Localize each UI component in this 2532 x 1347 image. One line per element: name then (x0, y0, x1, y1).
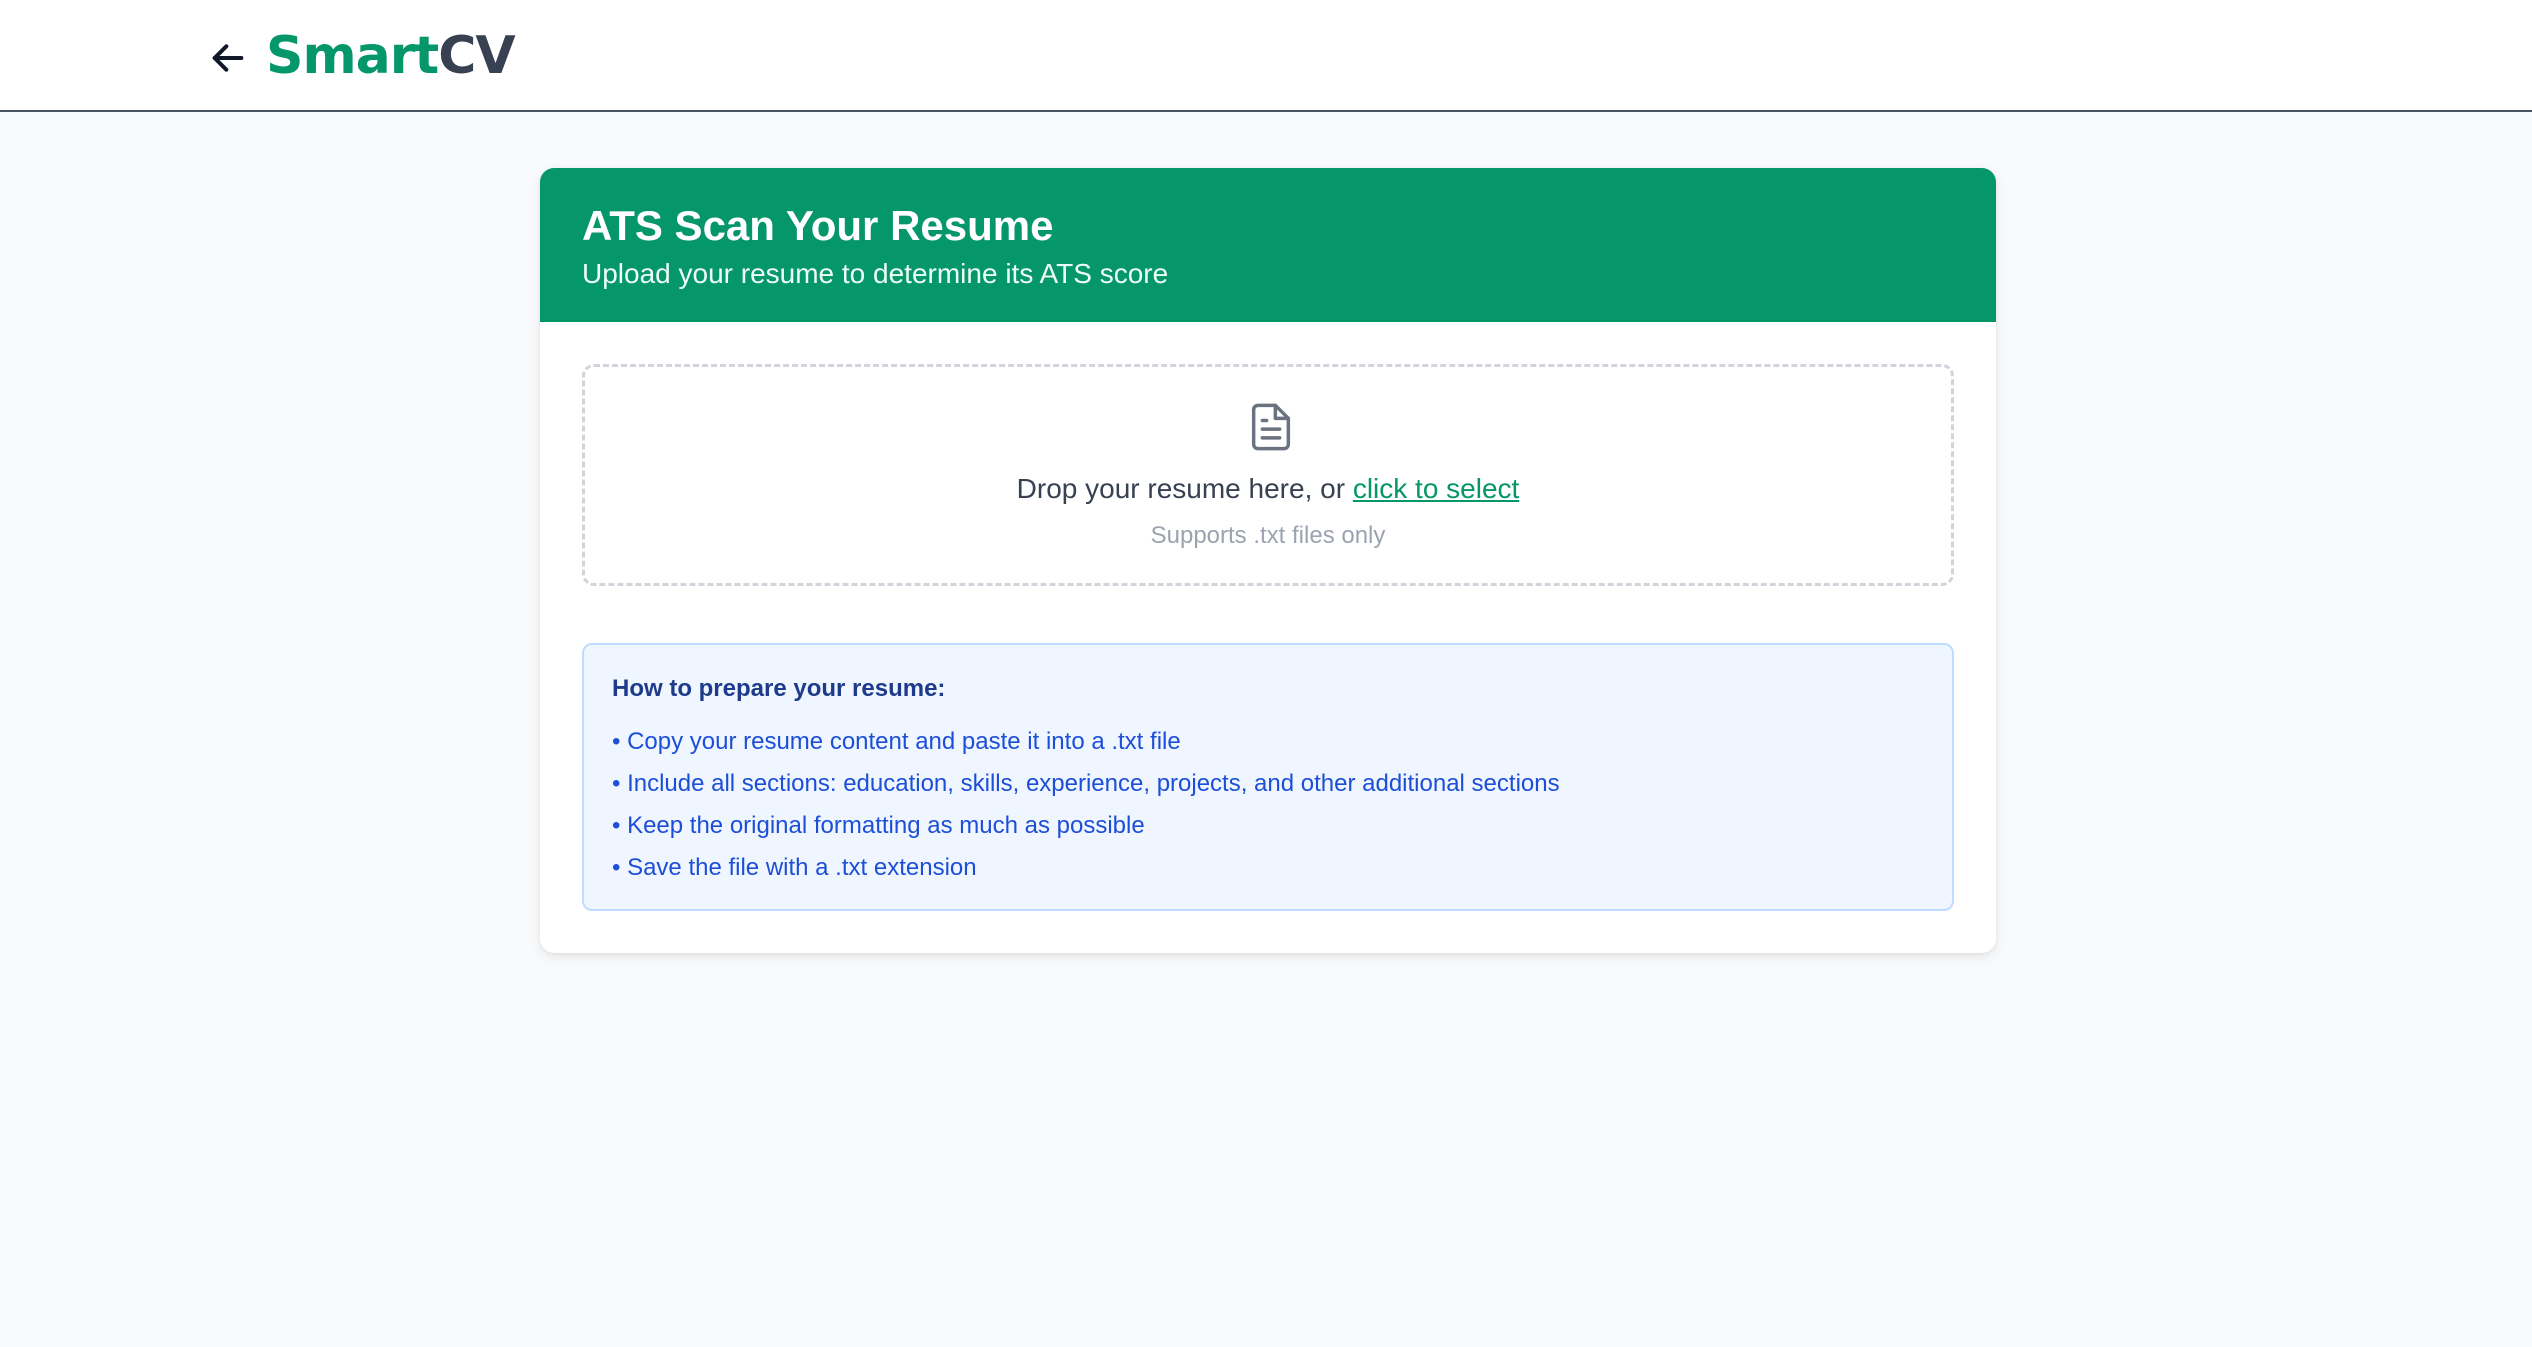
tip-item: • Copy your resume content and paste it … (612, 728, 1181, 755)
dropzone-text: Drop your resume here, or click to selec… (585, 471, 1951, 507)
tip-item: • Keep the original formatting as much a… (612, 812, 1145, 839)
top-navbar: SmartCV (0, 0, 2532, 112)
resume-dropzone[interactable]: Drop your resume here, or click to selec… (582, 364, 1954, 586)
document-icon (1251, 403, 1291, 451)
click-to-select-link[interactable]: click to select (1353, 473, 1520, 504)
page-subtitle: Upload your resume to determine its ATS … (582, 258, 1169, 289)
resume-tips-panel: How to prepare your resume: • Copy your … (582, 643, 1954, 911)
ats-scan-card: ATS Scan Your Resume Upload your resume … (540, 168, 1996, 953)
dropzone-instruction: Drop your resume here, or (1016, 473, 1346, 504)
logo-text-smart: Smart (266, 26, 439, 86)
tip-item: • Include all sections: education, skill… (612, 770, 1560, 797)
page-title: ATS Scan Your Resume (582, 202, 1054, 249)
tip-item: • Save the file with a .txt extension (612, 854, 977, 881)
dropzone-hint: Supports .txt files only (1150, 522, 1386, 549)
smartcv-logo[interactable]: SmartCV (266, 26, 516, 86)
arrow-left-icon (212, 44, 244, 72)
back-button[interactable] (204, 34, 252, 82)
logo-text-cv: CV (438, 26, 515, 86)
tips-list: • Copy your resume content and paste it … (612, 721, 1560, 889)
card-header: ATS Scan Your Resume Upload your resume … (540, 168, 1996, 322)
tips-title: How to prepare your resume: (612, 675, 946, 702)
